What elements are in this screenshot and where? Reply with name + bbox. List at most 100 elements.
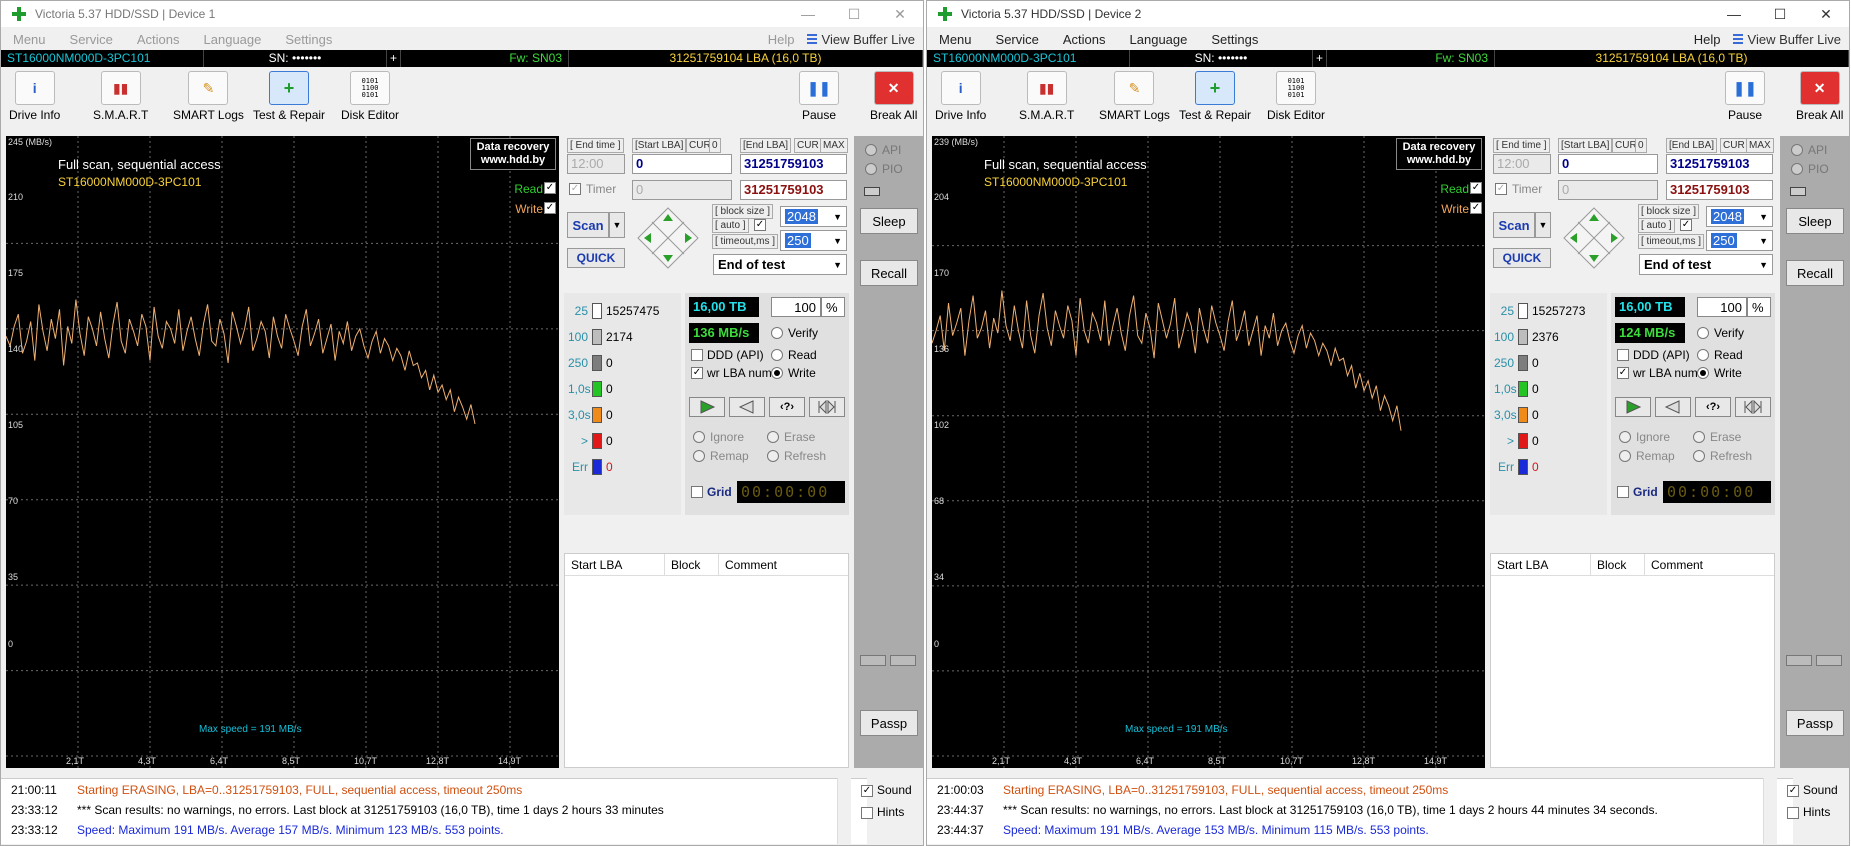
scan-button[interactable]: Scan [567,212,609,238]
column-header-comment[interactable]: Comment [1645,554,1774,575]
recall-button[interactable]: Recall [860,260,918,286]
auto-block-size-checkbox[interactable]: ✓ [754,219,766,231]
play-icon[interactable] [689,397,725,417]
write-legend-checkbox[interactable]: ✓ [544,202,556,214]
auto-block-size-checkbox[interactable]: ✓ [1680,219,1692,231]
remap-radio[interactable] [1619,450,1631,462]
menu-item-service[interactable]: Service [984,32,1051,47]
menu-item-settings[interactable]: Settings [273,32,344,47]
erase-radio[interactable] [1693,431,1705,443]
write-radio[interactable] [1697,367,1709,379]
sleep-button[interactable]: Sleep [860,208,918,234]
start-lba-zero-button[interactable]: 0 [709,138,721,153]
grid-checkbox[interactable] [1617,486,1629,498]
serial-expand-button[interactable]: + [1313,50,1327,67]
menu-item-help[interactable]: Help [1682,32,1733,47]
column-header-block[interactable]: Block [665,554,719,575]
timer-checkbox[interactable]: ✓ [1495,183,1507,195]
write-legend-checkbox[interactable]: ✓ [1470,202,1482,214]
hints-toggle[interactable]: Hints [1787,805,1830,819]
sleep-button[interactable]: Sleep [1786,208,1844,234]
disk-editor-button[interactable]: 0101 1100 0101 Disk Editor [1267,71,1325,125]
grid-checkbox[interactable] [691,486,703,498]
test-repair-button[interactable]: + Test & Repair [1179,71,1251,125]
hints-checkbox[interactable] [861,806,873,819]
close-icon[interactable]: ✕ [1803,1,1849,27]
end-lba-max-button[interactable]: MAX [820,138,848,153]
end-time-input[interactable]: 12:00 [567,154,625,174]
drive-info-button[interactable]: i Drive Info [935,71,986,125]
maximize-icon[interactable]: ☐ [1757,1,1803,27]
menu-item-language[interactable]: Language [192,32,274,47]
menu-item-actions[interactable]: Actions [125,32,192,47]
menu-item-language[interactable]: Language [1118,32,1200,47]
drive-model[interactable]: ST16000NM000D-3PC101 [1,50,204,67]
hints-checkbox[interactable] [1787,806,1799,819]
drive-info-button[interactable]: i Drive Info [9,71,60,125]
minimize-icon[interactable]: — [1711,1,1757,27]
direction-pad-icon[interactable] [1562,206,1626,270]
end-lba-max-button[interactable]: MAX [1746,138,1774,153]
erase-radio[interactable] [767,431,779,443]
hints-toggle[interactable]: Hints [861,805,904,819]
read-radio[interactable] [1697,349,1709,361]
end-of-test-select[interactable]: End of test ▼ [713,254,847,275]
random-seek-icon[interactable]: ‹?› [769,397,805,417]
api-radio[interactable] [865,144,877,156]
refresh-radio[interactable] [767,450,779,462]
view-buffer-live-button[interactable]: View Buffer Live [806,32,923,47]
ddd-api-checkbox[interactable] [1617,349,1629,361]
block-size-select[interactable]: 2048 ▼ [1706,206,1773,227]
end-lba-input[interactable]: 31251759103 [740,154,847,174]
verify-radio[interactable] [1697,327,1709,339]
title-bar[interactable]: Victoria 5.37 HDD/SSD | Device 2 — ☐ ✕ [927,1,1849,27]
read-legend-checkbox[interactable]: ✓ [1470,182,1482,194]
start-lba-input[interactable]: 0 [632,154,732,174]
scan-dropdown-icon[interactable]: ▼ [1535,212,1551,238]
column-header-block[interactable]: Block [1591,554,1645,575]
rewind-icon[interactable] [729,397,765,417]
end-lba-cur-button[interactable]: CUR [794,138,822,153]
pio-radio[interactable] [865,163,877,175]
timer-checkbox[interactable]: ✓ [569,183,581,195]
block-size-select[interactable]: 2048 ▼ [780,206,847,227]
smart-button[interactable]: ▮▮ S.M.A.R.T [93,71,148,125]
column-header-start-lba[interactable]: Start LBA [565,554,665,575]
wr-lba-num-checkbox[interactable]: ✓ [691,367,703,379]
passp-button[interactable]: Passp [1786,710,1844,736]
scan-dropdown-icon[interactable]: ▼ [609,212,625,238]
end-time-input[interactable]: 12:00 [1493,154,1551,174]
ddd-api-checkbox[interactable] [691,349,703,361]
end-lba-input[interactable]: 31251759103 [1666,154,1773,174]
smart-logs-button[interactable]: ✎ SMART Logs [173,71,244,125]
read-radio[interactable] [771,349,783,361]
menu-item-menu[interactable]: Menu [927,32,984,47]
menu-item-settings[interactable]: Settings [1199,32,1270,47]
maximize-icon[interactable]: ☐ [831,1,877,27]
sound-checkbox[interactable]: ✓ [861,784,873,797]
smart-button[interactable]: ▮▮ S.M.A.R.T [1019,71,1074,125]
timer-input[interactable]: 0 [632,180,732,200]
quick-button[interactable]: QUICK [1493,248,1551,268]
drive-model[interactable]: ST16000NM000D-3PC101 [927,50,1130,67]
view-buffer-live-button[interactable]: View Buffer Live [1732,32,1849,47]
ignore-radio[interactable] [693,431,705,443]
minimize-icon[interactable]: — [785,1,831,27]
timer-input[interactable]: 0 [1558,180,1658,200]
menu-item-menu[interactable]: Menu [1,32,58,47]
direction-pad-icon[interactable] [636,206,700,270]
ignore-radio[interactable] [1619,431,1631,443]
menu-item-service[interactable]: Service [58,32,125,47]
disk-editor-button[interactable]: 0101 1100 0101 Disk Editor [341,71,399,125]
pio-radio[interactable] [1791,163,1803,175]
menu-item-actions[interactable]: Actions [1051,32,1118,47]
serial-expand-button[interactable]: + [387,50,401,67]
random-seek-icon[interactable]: ‹?› [1695,397,1731,417]
refresh-radio[interactable] [1693,450,1705,462]
log-scrollbar[interactable] [837,778,851,844]
quick-button[interactable]: QUICK [567,248,625,268]
read-legend-checkbox[interactable]: ✓ [544,182,556,194]
remap-radio[interactable] [693,450,705,462]
wr-lba-num-checkbox[interactable]: ✓ [1617,367,1629,379]
timeout-select[interactable]: 250 ▼ [780,230,847,251]
